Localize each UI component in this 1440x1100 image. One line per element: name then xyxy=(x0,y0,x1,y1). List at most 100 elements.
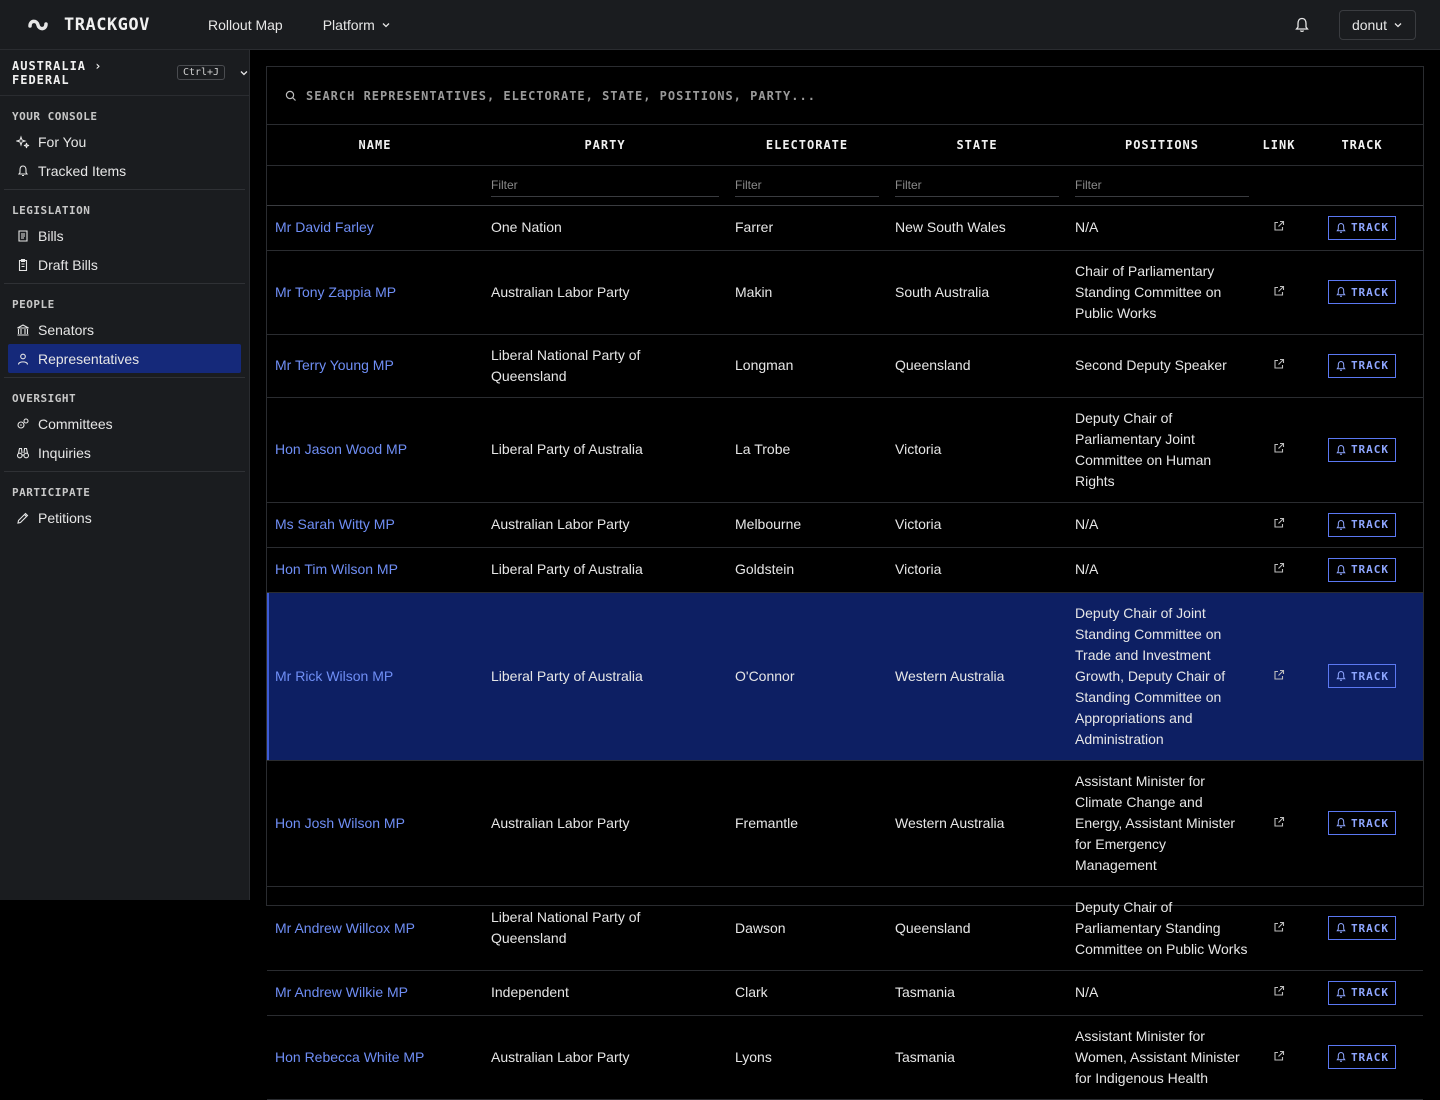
track-button[interactable]: TRACK xyxy=(1327,437,1397,462)
column-header-link: LINK xyxy=(1257,125,1301,166)
track-button[interactable]: TRACK xyxy=(1327,280,1397,304)
pen-icon xyxy=(17,512,29,524)
external-link-icon[interactable] xyxy=(1273,669,1285,681)
representative-name-link[interactable]: Mr Andrew Willcox MP xyxy=(275,920,415,936)
external-link-icon[interactable] xyxy=(1273,220,1285,232)
table-row[interactable]: Mr Rick Wilson MP Liberal Party of Austra… xyxy=(267,592,1423,761)
nav-rollout-map[interactable]: Rollout Map xyxy=(188,17,303,33)
building-icon xyxy=(17,323,29,336)
notifications-bell-icon[interactable] xyxy=(1293,16,1311,34)
representative-name-link[interactable]: Hon Tim Wilson MP xyxy=(275,561,398,577)
positions-filter-input[interactable] xyxy=(1075,173,1249,197)
table-row[interactable]: Hon Josh Wilson MP Australian Labor Party… xyxy=(267,760,1423,887)
sidebar-item-representatives[interactable]: Representatives xyxy=(8,344,241,373)
external-link-icon[interactable] xyxy=(1273,816,1285,828)
representative-name-link[interactable]: Mr Tony Zappia MP xyxy=(275,284,396,300)
table-row[interactable]: Hon Jason Wood MP Liberal Party of Austra… xyxy=(267,397,1423,503)
representative-name-link[interactable]: Hon Rebecca White MP xyxy=(275,1049,424,1065)
track-label: TRACK xyxy=(1350,285,1390,299)
representative-name-link[interactable]: Mr Terry Young MP xyxy=(275,357,394,373)
table-row[interactable]: Hon Tim Wilson MP Liberal Party of Austra… xyxy=(267,547,1423,593)
electorate-filter-input[interactable] xyxy=(735,173,879,197)
sidebar-item-bills[interactable]: Bills xyxy=(8,221,241,250)
track-button[interactable]: TRACK xyxy=(1327,811,1397,835)
positions-cell: N/A xyxy=(1067,205,1257,251)
track-cell: TRACK xyxy=(1301,250,1423,335)
column-header-state[interactable]: STATE xyxy=(887,125,1067,166)
column-header-positions[interactable]: POSITIONS xyxy=(1067,125,1257,166)
electorate-cell: Fremantle xyxy=(727,760,887,887)
track-button[interactable]: TRACK xyxy=(1327,1045,1397,1069)
representative-name-link[interactable]: Hon Jason Wood MP xyxy=(275,441,407,457)
section-oversight: OVERSIGHT Committees Inquiries xyxy=(4,378,245,472)
electorate-cell: La Trobe xyxy=(727,397,887,503)
sidebar-item-for-you[interactable]: For You xyxy=(8,127,241,156)
positions-cell: N/A xyxy=(1067,970,1257,1016)
track-button[interactable]: TRACK xyxy=(1327,353,1397,378)
sidebar-item-tracked-items[interactable]: Tracked Items xyxy=(8,156,241,185)
logo-mark-icon xyxy=(28,19,48,30)
representative-name-link[interactable]: Ms Sarah Witty MP xyxy=(275,516,395,532)
nav-platform-dropdown[interactable]: Platform xyxy=(303,17,411,33)
top-bar: TRACKGOV Rollout Map Platform donut xyxy=(0,0,1440,50)
track-button[interactable]: TRACK xyxy=(1327,916,1397,940)
positions-cell: Deputy Chair of Parliamentary Standing C… xyxy=(1067,886,1257,971)
external-link-icon[interactable] xyxy=(1273,517,1285,529)
state-cell: Tasmania xyxy=(887,970,1067,1016)
track-button[interactable]: TRACK xyxy=(1327,215,1397,240)
external-link-icon[interactable] xyxy=(1273,985,1285,997)
nav-rollout-map-label: Rollout Map xyxy=(208,16,283,33)
state-cell: Victoria xyxy=(887,397,1067,503)
representative-name-link[interactable]: Mr Andrew Wilkie MP xyxy=(275,984,408,1000)
external-link-icon[interactable] xyxy=(1273,562,1285,574)
sidebar-item-senators[interactable]: Senators xyxy=(8,315,241,344)
person-icon xyxy=(17,353,29,365)
state-filter-input[interactable] xyxy=(895,173,1059,197)
track-button[interactable]: TRACK xyxy=(1327,557,1397,582)
sidebar-item-label: For You xyxy=(38,133,87,150)
name-cell: Mr Andrew Willcox MP xyxy=(267,886,483,971)
representative-name-link[interactable]: Hon Josh Wilson MP xyxy=(275,815,405,831)
sidebar-item-draft-bills[interactable]: Draft Bills xyxy=(8,250,241,279)
track-label: TRACK xyxy=(1350,563,1390,576)
track-label: TRACK xyxy=(1350,816,1390,830)
table-row[interactable]: Mr Andrew Wilkie MP Independent Clark Tasma… xyxy=(267,970,1423,1016)
state-cell: Victoria xyxy=(887,502,1067,548)
table-row[interactable]: Mr Terry Young MP Liberal National Party … xyxy=(267,334,1423,398)
table-row[interactable]: Mr David Farley One Nation Farrer New South… xyxy=(267,205,1423,251)
external-link-icon[interactable] xyxy=(1273,285,1285,297)
column-header-party[interactable]: PARTY xyxy=(483,125,727,166)
external-link-icon[interactable] xyxy=(1273,1050,1285,1062)
table-row[interactable]: Mr Tony Zappia MP Australian Labor Party M… xyxy=(267,250,1423,335)
external-link-icon[interactable] xyxy=(1273,921,1285,933)
jurisdiction-selector[interactable]: AUSTRALIA › FEDERAL Ctrl+J xyxy=(0,50,249,96)
track-button[interactable]: TRACK xyxy=(1327,512,1397,537)
table-row[interactable]: Ms Sarah Witty MP Australian Labor Party M… xyxy=(267,502,1423,548)
electorate-cell: Dawson xyxy=(727,886,887,971)
search-input[interactable] xyxy=(306,88,1206,103)
track-button[interactable]: TRACK xyxy=(1327,980,1397,1005)
track-cell: TRACK xyxy=(1301,970,1423,1016)
external-link-icon[interactable] xyxy=(1273,358,1285,370)
positions-cell: Assistant Minister for Women, Assistant … xyxy=(1067,1015,1257,1100)
column-header-electorate[interactable]: ELECTORATE xyxy=(727,125,887,166)
party-filter-input[interactable] xyxy=(491,173,719,197)
logo[interactable]: TRACKGOV xyxy=(28,15,188,35)
positions-cell: Chair of Parliamentary Standing Committe… xyxy=(1067,250,1257,335)
representative-name-link[interactable]: Mr David Farley xyxy=(275,219,374,235)
sidebar-item-inquiries[interactable]: Inquiries xyxy=(8,438,241,467)
sidebar-item-committees[interactable]: Committees xyxy=(8,409,241,438)
track-button[interactable]: TRACK xyxy=(1327,664,1397,688)
column-header-name[interactable]: NAME xyxy=(267,125,483,166)
table-row[interactable]: Mr Andrew Willcox MP Liberal National Par… xyxy=(267,886,1423,971)
search-icon xyxy=(285,90,296,101)
user-menu-button[interactable]: donut xyxy=(1338,9,1416,40)
section-your-console: YOUR CONSOLE For You Tracked Items xyxy=(4,96,245,190)
party-cell: One Nation xyxy=(483,205,727,251)
sidebar-item-petitions[interactable]: Petitions xyxy=(8,503,241,532)
track-label: TRACK xyxy=(1350,443,1390,456)
external-link-icon[interactable] xyxy=(1273,442,1285,454)
representative-name-link[interactable]: Mr Rick Wilson MP xyxy=(275,668,393,684)
table-row[interactable]: Hon Rebecca White MP Australian Labor Par… xyxy=(267,1015,1423,1100)
track-label: TRACK xyxy=(1350,518,1390,531)
